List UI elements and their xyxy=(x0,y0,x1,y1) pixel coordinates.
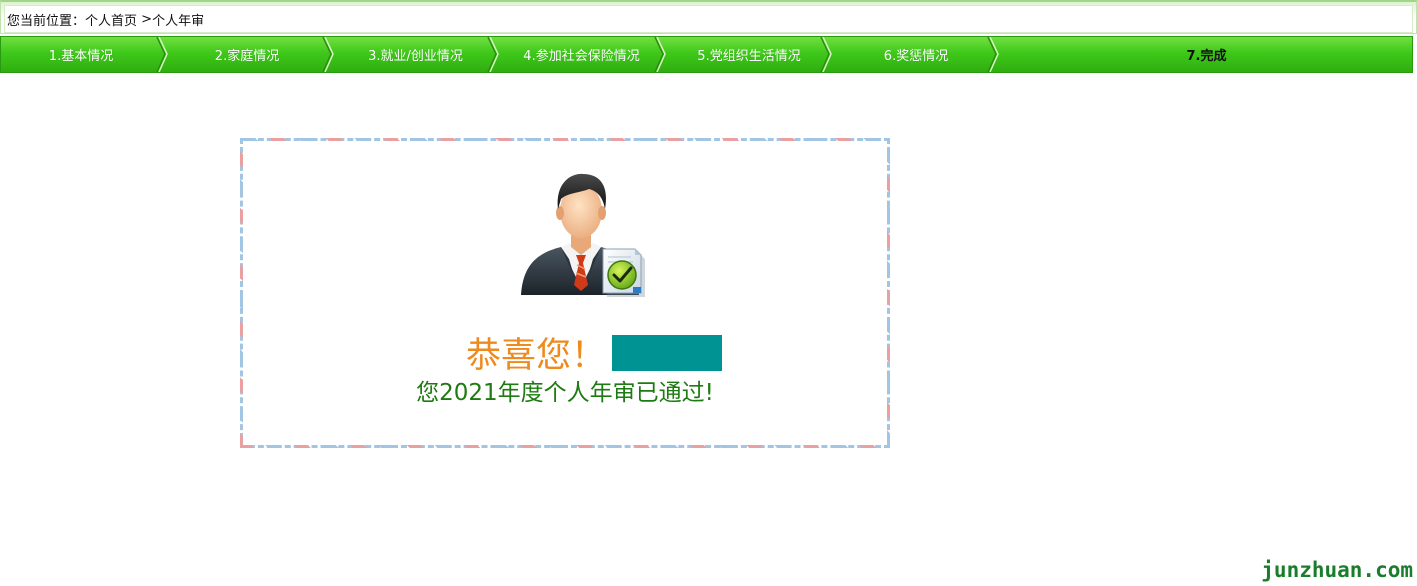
breadcrumb-home-link[interactable]: 个人首页 xyxy=(85,10,137,29)
breadcrumb-separator: > xyxy=(137,11,153,27)
businessman-approved-icon xyxy=(521,173,645,297)
watermark: junzhuan.com xyxy=(1261,558,1413,582)
congrats-text: 恭喜您！ xyxy=(465,336,606,376)
step-separators xyxy=(156,37,999,72)
congrats-line: 恭喜您！ xyxy=(243,327,887,376)
breadcrumb-content: 您当前位置： 个人首页 > 个人年审 xyxy=(4,5,1413,33)
progress-steps: 1.基本情况 2.家庭情况 3.就业/创业情况 4.参加社会保险情况 5.党组织… xyxy=(0,36,1413,73)
page: 您当前位置： 个人首页 > 个人年审 1.基本情况 2.家庭情况 3.就业/创业… xyxy=(0,0,1417,586)
redacted-name xyxy=(612,334,722,371)
breadcrumb: 您当前位置： 个人首页 > 个人年审 xyxy=(0,0,1417,34)
breadcrumb-current: 个人年审 xyxy=(152,13,205,29)
approval-message: 您2021年度个人年审已通过! xyxy=(416,380,714,406)
breadcrumb-prefix: 您当前位置： xyxy=(7,13,86,29)
result-card: 恭喜您！ 您2021年度个人年审已通过! xyxy=(240,138,890,448)
